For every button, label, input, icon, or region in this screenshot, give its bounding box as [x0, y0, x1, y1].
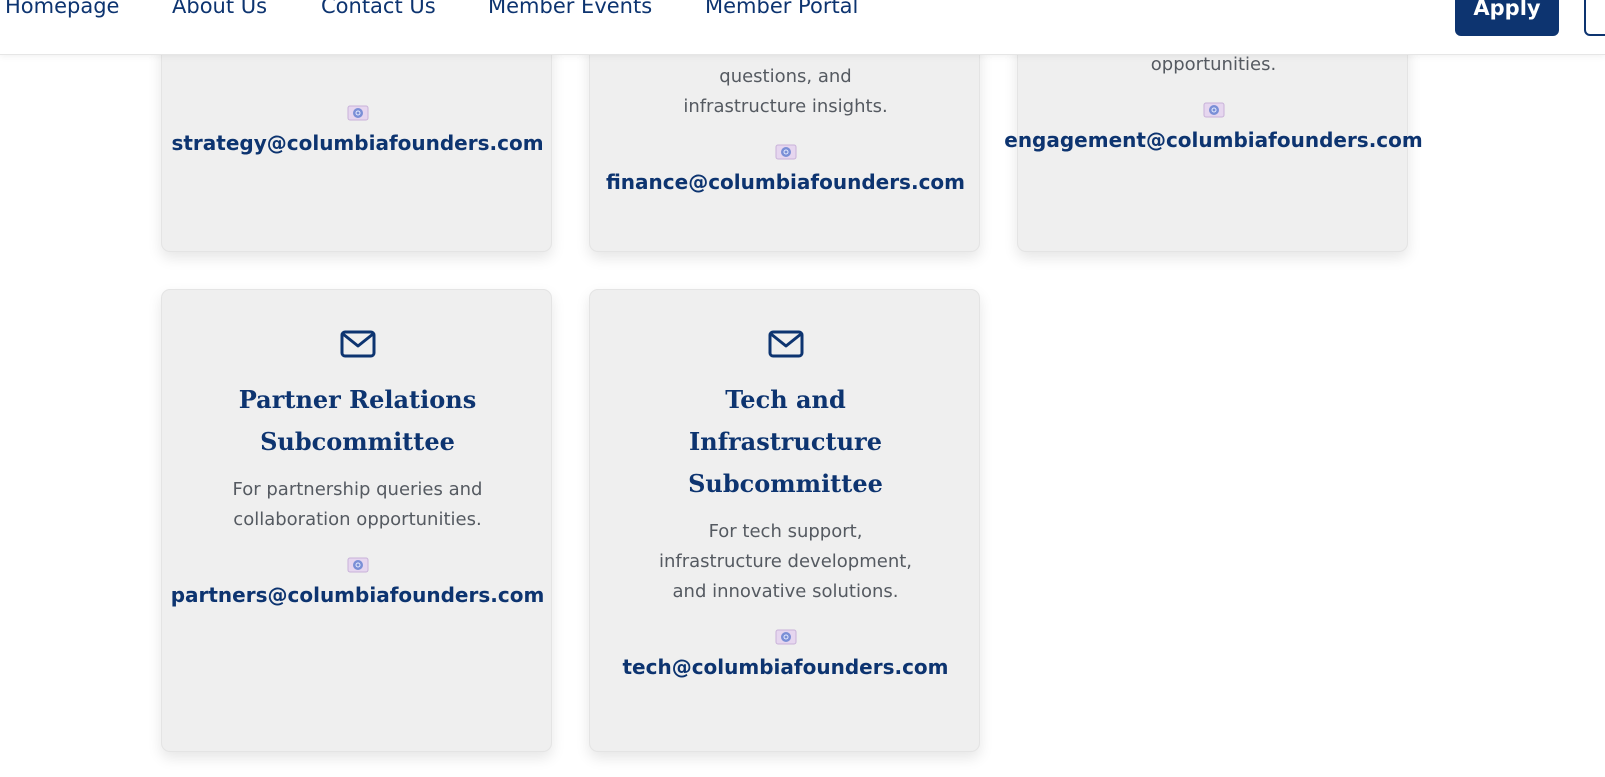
top-nav: Homepage About Us Contact Us Member Even…: [0, 0, 1605, 55]
card-title: Partner Relations Subcommittee: [238, 385, 477, 456]
email-emoji-icon: [775, 629, 796, 645]
mail-icon: [768, 330, 803, 358]
nav-homepage[interactable]: Homepage: [5, 0, 119, 18]
mail-icon: [340, 330, 375, 358]
email-emoji-icon: [347, 105, 368, 121]
finance-email-link[interactable]: finance@columbiafounders.com: [606, 170, 965, 194]
secondary-button[interactable]: [1584, 0, 1605, 36]
card-description: For partnership queries and collaboratio…: [232, 479, 483, 530]
tech-email-link[interactable]: tech@columbiafounders.com: [622, 655, 948, 679]
nav-member-events[interactable]: Member Events: [488, 0, 652, 18]
nav-about-us[interactable]: About Us: [172, 0, 267, 18]
email-emoji-icon: [775, 144, 796, 160]
page: Homepage About Us Contact Us Member Even…: [0, 0, 1605, 777]
strategy-email-link[interactable]: strategy@columbiafounders.com: [171, 131, 543, 155]
card-tech-infrastructure: Tech and Infrastructure Subcommittee For…: [589, 289, 980, 752]
card-description: For tech support, infrastructure develop…: [658, 521, 913, 602]
apply-button[interactable]: Apply: [1455, 0, 1559, 36]
engagement-email-link[interactable]: engagement@columbiafounders.com: [1004, 128, 1423, 152]
card-title: Tech and Infrastructure Subcommittee: [688, 385, 883, 498]
nav-member-portal[interactable]: Member Portal: [705, 0, 858, 18]
partners-email-link[interactable]: partners@columbiafounders.com: [171, 583, 545, 607]
card-partner-relations: Partner Relations Subcommittee For partn…: [161, 289, 552, 752]
nav-contact-us[interactable]: Contact Us: [321, 0, 436, 18]
email-emoji-icon: [347, 557, 368, 573]
email-emoji-icon: [1203, 102, 1224, 118]
finance-description: questions, and infrastructure insights.: [683, 66, 888, 117]
